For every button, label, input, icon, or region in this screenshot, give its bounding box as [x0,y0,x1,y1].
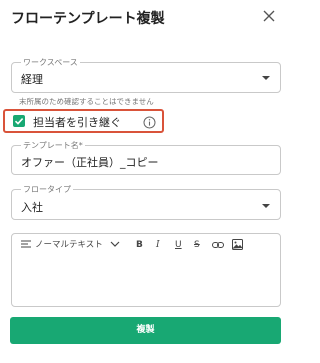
template-name-value[interactable]: オファー（正社員）_コピー [21,154,159,170]
close-icon[interactable] [259,6,279,26]
paragraph-style-dropdown[interactable]: ノーマルテキスト [35,238,103,252]
dialog-header: フローテンプレート複製 [11,6,283,28]
info-icon[interactable] [143,114,156,129]
dialog-title: フローテンプレート複製 [11,11,165,27]
image-icon[interactable] [232,239,243,253]
underline-button[interactable]: U [175,238,182,252]
duplicate-button[interactable]: 複製 [10,317,281,344]
workspace-select[interactable]: ワークスペース 経理 [11,57,281,93]
chevron-down-icon [262,204,270,208]
workspace-helper-text: 末所属のため確認することはできません [19,97,154,106]
flow-type-select[interactable]: フロータイプ 入社 [11,184,281,220]
workspace-value: 経理 [21,73,43,86]
chevron-down-icon [262,76,270,80]
template-name-field[interactable]: テンプレート名* オファー（正社員）_コピー [11,140,281,175]
flow-type-value: 入社 [21,201,43,214]
inherit-assignee-checkbox[interactable]: 担当者を引き継ぐ [3,109,164,133]
flow-type-label: フロータイプ [21,184,73,195]
workspace-label: ワークスペース [21,57,80,68]
editor-toolbar: ノーマルテキスト B I U S [21,238,271,252]
italic-button[interactable]: I [156,238,160,252]
checkbox-checked-icon[interactable] [13,115,25,127]
template-name-label: テンプレート名* [21,140,85,151]
strikethrough-button[interactable]: S [194,238,200,252]
link-icon[interactable] [212,240,224,254]
chevron-down-icon[interactable] [110,239,120,253]
inherit-assignee-label: 担当者を引き継ぐ [33,116,121,129]
align-icon[interactable] [21,239,31,253]
description-editor[interactable]: ノーマルテキスト B I U S [11,233,281,307]
bold-button[interactable]: B [136,238,143,252]
